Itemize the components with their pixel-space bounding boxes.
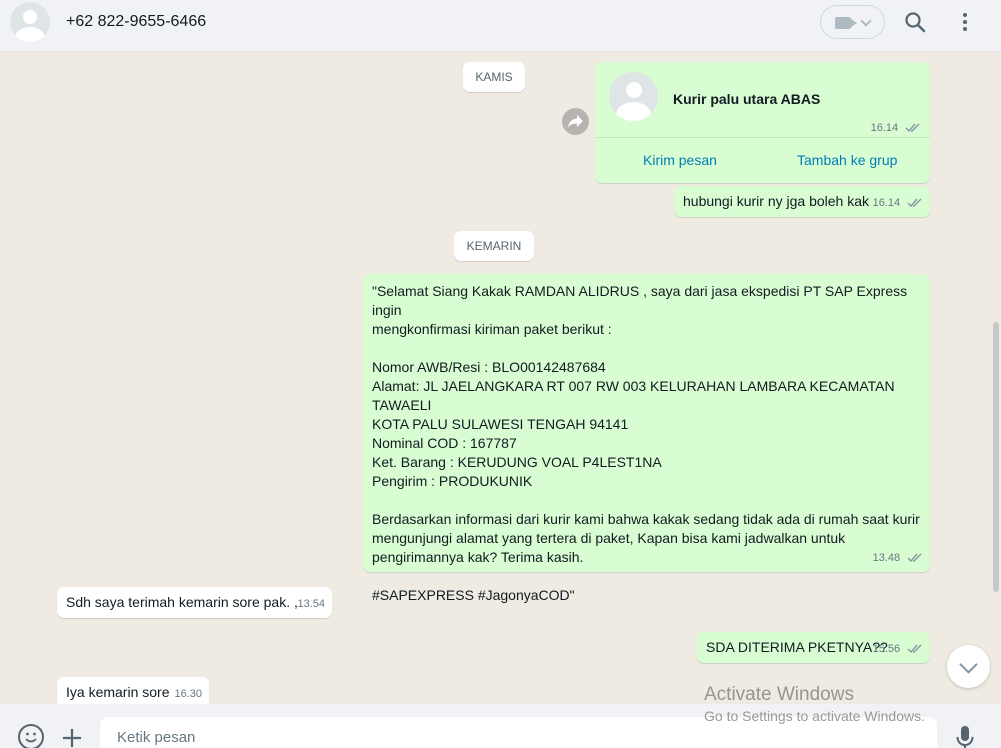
message-meta: 16.14 [871, 117, 921, 138]
outgoing-message[interactable]: SDA DITERIMA PKETNYA?? 15.56 [697, 632, 930, 663]
contact-card-message[interactable]: Kurir palu utara ABAS 16.14 Kirim pesan … [595, 62, 930, 183]
read-ticks-icon [905, 123, 920, 132]
scrollbar[interactable] [993, 322, 999, 592]
add-to-group-button[interactable]: Tambah ke grup [797, 151, 897, 170]
watermark-subtitle: Go to Settings to activate Windows. [704, 708, 925, 724]
chat-header: +62 822-9655-6466 [0, 0, 1001, 52]
menu-button[interactable] [953, 10, 977, 34]
date-separator-kamis: KAMIS [463, 62, 525, 92]
contact-card-avatar [609, 72, 658, 121]
video-camera-icon [835, 17, 857, 29]
message-text: "Selamat Siang Kakak RAMDAN ALIDRUS , sa… [372, 283, 920, 603]
message-list[interactable]: KAMIS Kurir palu utara ABAS 16.14 Kirim … [0, 52, 1001, 704]
message-time: 13.48 [872, 552, 901, 564]
message-meta: 15.56 [873, 638, 923, 659]
scroll-to-bottom-button[interactable] [947, 645, 990, 688]
incoming-message[interactable]: Iya kemarin sore 16.30 [57, 677, 209, 704]
message-time: 16.14 [872, 197, 901, 209]
outgoing-message[interactable]: hubungi kurir ny jga boleh kak 16.14 [674, 186, 930, 217]
contact-phone[interactable]: +62 822-9655-6466 [66, 13, 206, 31]
kebab-menu-icon [963, 13, 967, 31]
message-meta: 16.14 [873, 192, 923, 213]
message-time: 16.14 [870, 122, 899, 134]
emoji-icon [25, 732, 37, 743]
date-separator-kemarin: KEMARIN [454, 231, 534, 261]
message-text: hubungi kurir ny jga boleh kak [683, 193, 870, 209]
message-meta: 13.48 [873, 547, 923, 568]
message-time: 16.30 [174, 688, 202, 700]
send-message-button[interactable]: Kirim pesan [643, 151, 717, 170]
search-button[interactable] [903, 10, 927, 34]
divider [595, 137, 930, 138]
contact-avatar[interactable] [10, 2, 50, 42]
forward-button[interactable] [562, 108, 589, 135]
watermark-title: Activate Windows [704, 684, 854, 705]
forward-arrow-icon [568, 115, 583, 128]
emoji-button[interactable] [18, 724, 44, 748]
incoming-message[interactable]: Sdh saya terimah kemarin sore pak. , 13.… [57, 587, 332, 618]
chevron-down-icon [860, 15, 872, 27]
read-ticks-icon [907, 198, 922, 207]
message-time: 15.56 [872, 643, 901, 655]
microphone-icon [956, 726, 974, 748]
search-icon [905, 12, 926, 33]
message-text: SDA DITERIMA PKETNYA?? [706, 639, 888, 655]
attach-button[interactable] [60, 726, 84, 748]
plus-icon [63, 729, 81, 747]
windows-activation-watermark: Activate Windows Go to Settings to activ… [704, 684, 925, 726]
message-text: Sdh saya terimah kemarin sore pak. , [66, 594, 298, 610]
message-time: 13.54 [297, 598, 325, 610]
read-ticks-icon [907, 644, 922, 653]
video-call-button[interactable] [820, 5, 885, 39]
message-meta: 13.54 [297, 593, 325, 614]
message-meta: 16.30 [174, 683, 202, 704]
voice-message-button[interactable] [953, 724, 977, 748]
message-text: Iya kemarin sore [66, 684, 170, 700]
read-ticks-icon [907, 553, 922, 562]
outgoing-message[interactable]: "Selamat Siang Kakak RAMDAN ALIDRUS , sa… [363, 274, 930, 603]
contact-card-name: Kurir palu utara ABAS [673, 91, 821, 107]
